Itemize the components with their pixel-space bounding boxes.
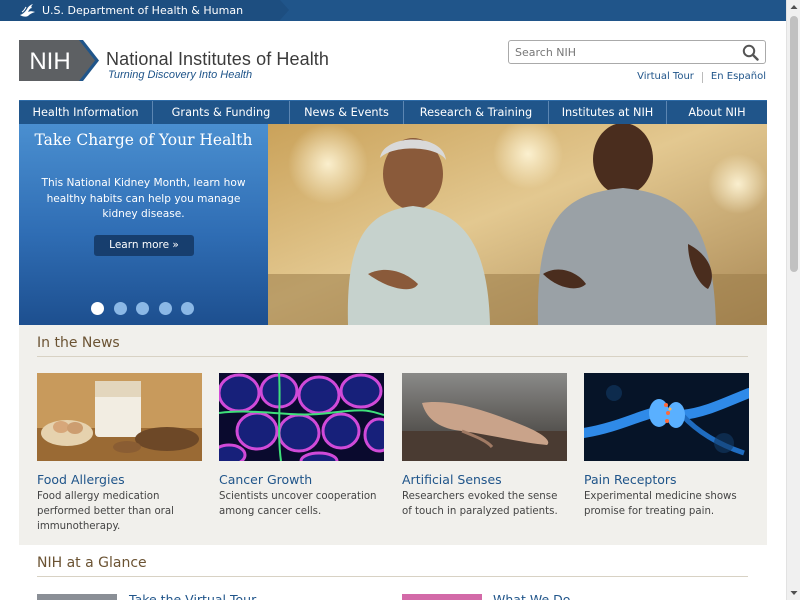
glance-section-title: NIH at a Glance — [37, 555, 147, 571]
news-card-title[interactable]: Cancer Growth — [219, 472, 384, 487]
scroll-up-arrow-icon[interactable] — [787, 0, 800, 14]
logo-abbr: NIH — [29, 48, 70, 75]
hero-text: This National Kidney Month, learn how he… — [41, 177, 246, 220]
hhs-eagle-icon — [20, 4, 35, 17]
hhs-label: U.S. Department of Health & Human Servic… — [42, 4, 244, 38]
nih-logo[interactable]: NIH — [19, 40, 99, 81]
cancer-cells-image[interactable] — [211, 372, 395, 471]
carousel-dots — [91, 302, 204, 315]
page-scrollbar[interactable] — [786, 0, 800, 600]
site-title[interactable]: National Institutes of Health — [106, 49, 329, 70]
news-card-desc: Researchers evoked the sense of touch in… — [402, 491, 558, 517]
scroll-down-arrow-icon[interactable] — [787, 586, 800, 600]
hero-title: Take Charge of Your Health — [34, 131, 253, 149]
glance-divider — [37, 576, 748, 577]
milk-bread-nuts-image[interactable] — [37, 373, 202, 461]
search-box — [508, 40, 766, 64]
news-card-artificial-senses[interactable]: Artificial Senses Researchers evoked the… — [402, 373, 567, 519]
carousel-dot-5[interactable] — [181, 302, 194, 315]
news-card-food-allergies[interactable]: Food Allergies Food allergy medication p… — [37, 373, 202, 534]
carousel-dot-4[interactable] — [158, 302, 172, 315]
what-we-do-link[interactable]: What We Do — [493, 592, 570, 600]
news-card-desc: Experimental medicine shows promise for … — [584, 491, 737, 517]
hero-carousel: Take Charge of Your Health This National… — [19, 124, 767, 325]
search-icon[interactable] — [742, 44, 759, 61]
neuron-synapse-image[interactable] — [579, 373, 754, 461]
news-card-desc: Food allergy medication performed better… — [37, 491, 174, 532]
hhs-bar: U.S. Department of Health & Human Servic… — [0, 0, 786, 38]
news-card-title[interactable]: Artificial Senses — [402, 472, 567, 487]
virtual-tour-thumbnail[interactable] — [37, 594, 117, 600]
site-tagline: Turning Discovery Into Health — [108, 69, 253, 81]
search-input[interactable] — [515, 43, 735, 61]
nav-research-training[interactable]: Research & Training — [404, 101, 549, 124]
nav-grants-funding[interactable]: Grants & Funding — [153, 101, 290, 124]
hhs-link[interactable]: U.S. Department of Health & Human Servic… — [0, 0, 289, 38]
news-card-pain-receptors[interactable]: Pain Receptors Experimental medicine sho… — [579, 373, 754, 519]
nav-institutes[interactable]: Institutes at NIH — [549, 101, 667, 124]
hero-panel: Take Charge of Your Health This National… — [19, 124, 268, 325]
what-we-do-thumbnail[interactable] — [402, 594, 482, 600]
main-nav: Health Information Grants & Funding News… — [19, 100, 767, 124]
carousel-dot-1[interactable] — [91, 302, 104, 315]
nav-health-information[interactable]: Health Information — [19, 101, 153, 124]
nav-news-events[interactable]: News & Events — [290, 101, 404, 124]
utility-links: Virtual Tour En Español — [637, 71, 766, 83]
carousel-dot-3[interactable] — [136, 302, 149, 315]
scroll-thumb[interactable] — [790, 16, 798, 272]
nav-about[interactable]: About NIH — [667, 101, 767, 124]
news-card-title[interactable]: Food Allergies — [37, 472, 202, 487]
glance-section: NIH at a Glance Take the Virtual Tour Wh… — [19, 545, 767, 600]
carousel-dot-2[interactable] — [113, 302, 127, 315]
hand-touch-image[interactable] — [402, 373, 567, 461]
news-section: In the News Food Allergies Food allergy … — [19, 325, 767, 545]
virtual-tour-glance-link[interactable]: Take the Virtual Tour — [129, 592, 256, 600]
news-card-cancer-growth[interactable]: Cancer Growth Scientists uncover coopera… — [211, 372, 395, 519]
espanol-link[interactable]: En Español — [711, 71, 766, 83]
hero-photo-runners — [268, 124, 767, 325]
news-card-title[interactable]: Pain Receptors — [584, 472, 749, 487]
virtual-tour-link[interactable]: Virtual Tour — [637, 71, 694, 83]
news-section-title: In the News — [37, 335, 120, 351]
news-divider — [37, 356, 748, 357]
link-divider — [701, 72, 703, 83]
news-card-desc: Scientists uncover cooperation among can… — [219, 491, 377, 517]
learn-more-button[interactable]: Learn more » — [94, 235, 194, 256]
